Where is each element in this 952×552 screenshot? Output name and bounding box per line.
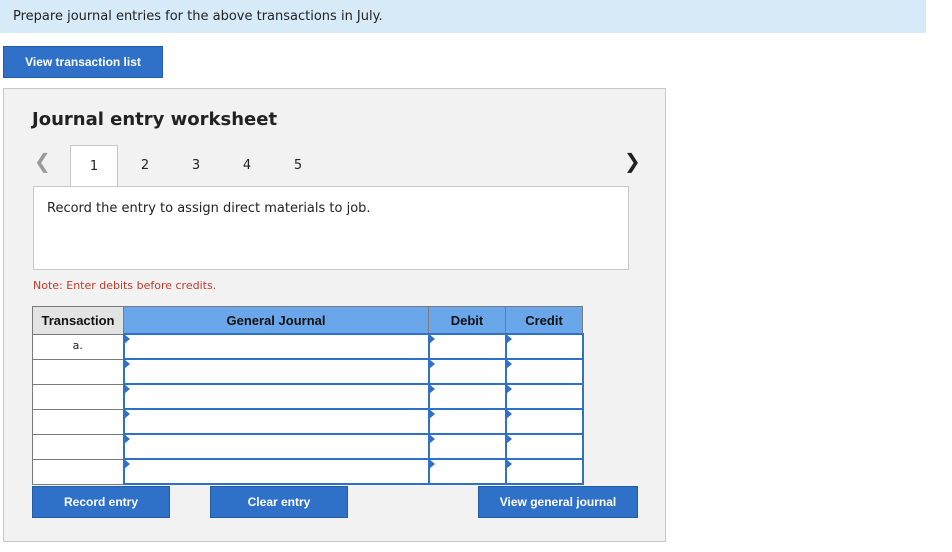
debit-input[interactable] xyxy=(427,458,507,485)
view-transaction-list-button[interactable]: View transaction list xyxy=(3,46,163,78)
col-header-general-journal: General Journal xyxy=(123,306,429,335)
table-row xyxy=(32,383,584,410)
dropdown-marker-icon xyxy=(123,459,130,469)
col-header-debit: Debit xyxy=(428,306,506,335)
worksheet-title: Journal entry worksheet xyxy=(32,109,278,130)
tab-4[interactable]: 4 xyxy=(223,145,271,185)
dropdown-marker-icon xyxy=(123,434,130,444)
transaction-cell xyxy=(32,408,124,435)
input-marker-icon xyxy=(428,384,435,394)
debit-input[interactable] xyxy=(427,358,507,385)
credit-input[interactable] xyxy=(504,458,584,485)
instruction-text: Prepare journal entries for the above tr… xyxy=(13,9,383,24)
entry-description: Record the entry to assign direct materi… xyxy=(47,201,371,216)
debit-input[interactable] xyxy=(427,333,507,360)
credit-input[interactable] xyxy=(504,358,584,385)
account-input[interactable] xyxy=(122,358,430,385)
credit-input[interactable] xyxy=(504,383,584,410)
input-marker-icon xyxy=(505,459,512,469)
col-header-transaction: Transaction xyxy=(32,306,124,335)
tab-5[interactable]: 5 xyxy=(274,145,322,185)
input-marker-icon xyxy=(505,334,512,344)
record-entry-button[interactable]: Record entry xyxy=(32,486,170,518)
credit-input[interactable] xyxy=(504,433,584,460)
clear-entry-button[interactable]: Clear entry xyxy=(210,486,348,518)
table-row xyxy=(32,408,584,435)
dropdown-marker-icon xyxy=(123,334,130,344)
debit-input[interactable] xyxy=(427,433,507,460)
table-row xyxy=(32,458,584,485)
credit-input[interactable] xyxy=(504,408,584,435)
account-input[interactable] xyxy=(122,458,430,485)
table-row xyxy=(32,433,584,460)
instruction-bar: Prepare journal entries for the above tr… xyxy=(0,0,926,33)
debit-credit-note: Note: Enter debits before credits. xyxy=(33,279,217,292)
dropdown-marker-icon xyxy=(123,409,130,419)
debit-input[interactable] xyxy=(427,408,507,435)
input-marker-icon xyxy=(428,334,435,344)
account-input[interactable] xyxy=(122,333,430,360)
input-marker-icon xyxy=(428,409,435,419)
input-marker-icon xyxy=(428,434,435,444)
credit-input[interactable] xyxy=(504,333,584,360)
tab-1[interactable]: 1 xyxy=(70,145,118,187)
journal-table: Transaction General Journal Debit Credit… xyxy=(32,306,584,485)
input-marker-icon xyxy=(428,359,435,369)
entry-description-box: Record the entry to assign direct materi… xyxy=(33,186,629,270)
input-marker-icon xyxy=(505,434,512,444)
transaction-cell xyxy=(32,358,124,385)
account-input[interactable] xyxy=(122,383,430,410)
input-marker-icon xyxy=(428,459,435,469)
table-row: a. xyxy=(32,333,584,360)
dropdown-marker-icon xyxy=(123,359,130,369)
transaction-cell xyxy=(32,433,124,460)
account-input[interactable] xyxy=(122,408,430,435)
dropdown-marker-icon xyxy=(123,384,130,394)
chevron-left-icon[interactable]: ❮ xyxy=(34,151,51,171)
input-marker-icon xyxy=(505,359,512,369)
input-marker-icon xyxy=(505,384,512,394)
chevron-right-icon[interactable]: ❯ xyxy=(624,151,641,171)
input-marker-icon xyxy=(505,409,512,419)
view-general-journal-button[interactable]: View general journal xyxy=(478,486,638,518)
journal-entry-worksheet: Journal entry worksheet ❮ ❯ 1 2 3 4 5 Re… xyxy=(3,88,666,542)
debit-input[interactable] xyxy=(427,383,507,410)
tab-3[interactable]: 3 xyxy=(172,145,220,185)
col-header-credit: Credit xyxy=(505,306,583,335)
transaction-cell xyxy=(32,383,124,410)
transaction-cell xyxy=(32,458,124,485)
table-row xyxy=(32,358,584,385)
transaction-cell: a. xyxy=(32,333,124,360)
account-input[interactable] xyxy=(122,433,430,460)
tab-2[interactable]: 2 xyxy=(121,145,169,185)
